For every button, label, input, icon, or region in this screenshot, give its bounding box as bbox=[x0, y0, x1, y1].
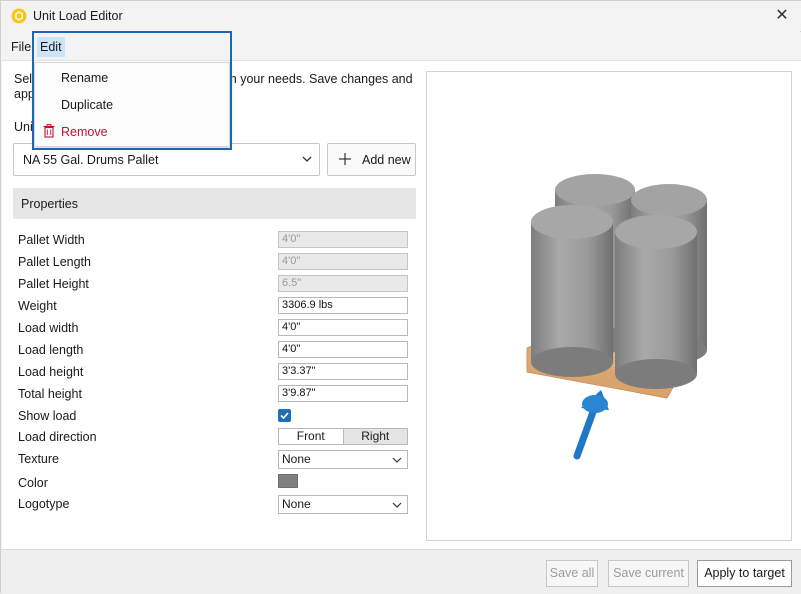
prop-label: Load direction bbox=[18, 430, 97, 444]
color-swatch[interactable] bbox=[278, 474, 298, 488]
weight-field[interactable]: 3306.9 lbs bbox=[278, 297, 408, 314]
save-all-button[interactable]: Save all bbox=[546, 560, 598, 587]
intro-line1-end: tch your needs. Save changes and bbox=[220, 72, 413, 86]
prop-texture: Texture None bbox=[18, 450, 410, 469]
menu-item-remove[interactable]: Remove bbox=[61, 125, 108, 139]
app-logo-icon bbox=[11, 8, 27, 24]
prop-label: Pallet Height bbox=[18, 277, 89, 291]
save-current-button[interactable]: Save current bbox=[608, 560, 689, 587]
menu-bar: File Edit bbox=[1, 32, 801, 60]
load-length-field[interactable]: 4'0" bbox=[278, 341, 408, 358]
prop-weight: Weight 3306.9 lbs bbox=[18, 297, 410, 315]
prop-label: Load height bbox=[18, 365, 84, 379]
drum-front-right bbox=[615, 215, 697, 389]
menu-item-rename[interactable]: Rename bbox=[61, 71, 108, 85]
properties-title: Properties bbox=[21, 197, 78, 211]
unit-load-editor-window: Unit Load Editor ✕ File Edit Sel tch your… bbox=[0, 0, 801, 594]
prop-logotype: Logotype None bbox=[18, 495, 410, 514]
trash-icon bbox=[43, 124, 55, 138]
prop-total-height: Total height 3'9.87" bbox=[18, 385, 410, 403]
add-new-label: Add new bbox=[362, 153, 411, 167]
unit-load-select[interactable]: NA 55 Gal. Drums Pallet bbox=[13, 143, 320, 176]
prop-label: Pallet Width bbox=[18, 233, 85, 247]
texture-value: None bbox=[282, 452, 311, 466]
total-height-field[interactable]: 3'9.87" bbox=[278, 385, 408, 402]
direction-arrow bbox=[573, 390, 609, 460]
prop-load-direction: Load direction Front Right bbox=[18, 428, 410, 446]
prop-label: Load length bbox=[18, 343, 84, 357]
chevron-down-icon bbox=[392, 502, 402, 508]
pallet-length-field: 4'0" bbox=[278, 253, 408, 270]
prop-label: Color bbox=[18, 476, 48, 490]
prop-pallet-height: Pallet Height 6.5" bbox=[18, 275, 410, 293]
direction-front-button[interactable]: Front bbox=[279, 429, 344, 444]
pallet-3d-render bbox=[526, 174, 707, 460]
prop-pallet-length: Pallet Length 4'0" bbox=[18, 253, 410, 271]
close-icon: ✕ bbox=[775, 7, 789, 24]
chevron-down-icon bbox=[392, 457, 402, 463]
logotype-value: None bbox=[282, 497, 311, 511]
prop-label: Load width bbox=[18, 321, 79, 335]
edit-menu-dropdown: Rename Duplicate Remove bbox=[34, 62, 230, 147]
load-height-field[interactable]: 3'3.37" bbox=[278, 363, 408, 380]
texture-select[interactable]: None bbox=[278, 450, 408, 469]
chevron-down-icon bbox=[302, 156, 312, 162]
intro-line2-start: app bbox=[14, 87, 35, 101]
intro-line1-start: Sel bbox=[14, 72, 33, 86]
prop-color: Color bbox=[18, 474, 410, 492]
prop-load-height: Load height 3'3.37" bbox=[18, 363, 410, 381]
show-load-checkbox[interactable] bbox=[278, 409, 291, 422]
menu-edit[interactable]: Edit bbox=[37, 37, 65, 57]
plus-icon bbox=[339, 153, 351, 165]
prop-label: Pallet Length bbox=[18, 255, 91, 269]
logotype-select[interactable]: None bbox=[278, 495, 408, 514]
pallet-height-field: 6.5" bbox=[278, 275, 408, 292]
prop-label: Weight bbox=[18, 299, 57, 313]
direction-right-button[interactable]: Right bbox=[343, 429, 407, 444]
title-bar: Unit Load Editor ✕ bbox=[1, 1, 801, 31]
unit-load-label: Uni bbox=[14, 120, 33, 134]
prop-show-load: Show load bbox=[18, 407, 410, 425]
close-button[interactable]: ✕ bbox=[769, 4, 795, 28]
footer-bar: Save all Save current Apply to target bbox=[1, 549, 801, 594]
menu-file[interactable]: File bbox=[8, 37, 34, 57]
unit-load-selected: NA 55 Gal. Drums Pallet bbox=[23, 153, 159, 167]
apply-to-target-button[interactable]: Apply to target bbox=[697, 560, 792, 587]
prop-label: Logotype bbox=[18, 497, 70, 511]
window-title: Unit Load Editor bbox=[33, 9, 123, 23]
pallet-width-field: 4'0" bbox=[278, 231, 408, 248]
load-direction-toggle: Front Right bbox=[278, 428, 408, 445]
prop-label: Texture bbox=[18, 452, 59, 466]
drum-front-left bbox=[531, 205, 613, 377]
3d-preview-viewport[interactable] bbox=[426, 71, 792, 541]
checkmark-icon bbox=[280, 412, 289, 420]
prop-load-length: Load length 4'0" bbox=[18, 341, 410, 359]
menu-item-duplicate[interactable]: Duplicate bbox=[61, 98, 113, 112]
prop-label: Total height bbox=[18, 387, 82, 401]
load-width-field[interactable]: 4'0" bbox=[278, 319, 408, 336]
prop-pallet-width: Pallet Width 4'0" bbox=[18, 231, 410, 249]
add-new-button[interactable]: Add new bbox=[327, 143, 416, 176]
properties-header: Properties bbox=[13, 188, 416, 219]
prop-load-width: Load width 4'0" bbox=[18, 319, 410, 337]
prop-label: Show load bbox=[18, 409, 77, 423]
